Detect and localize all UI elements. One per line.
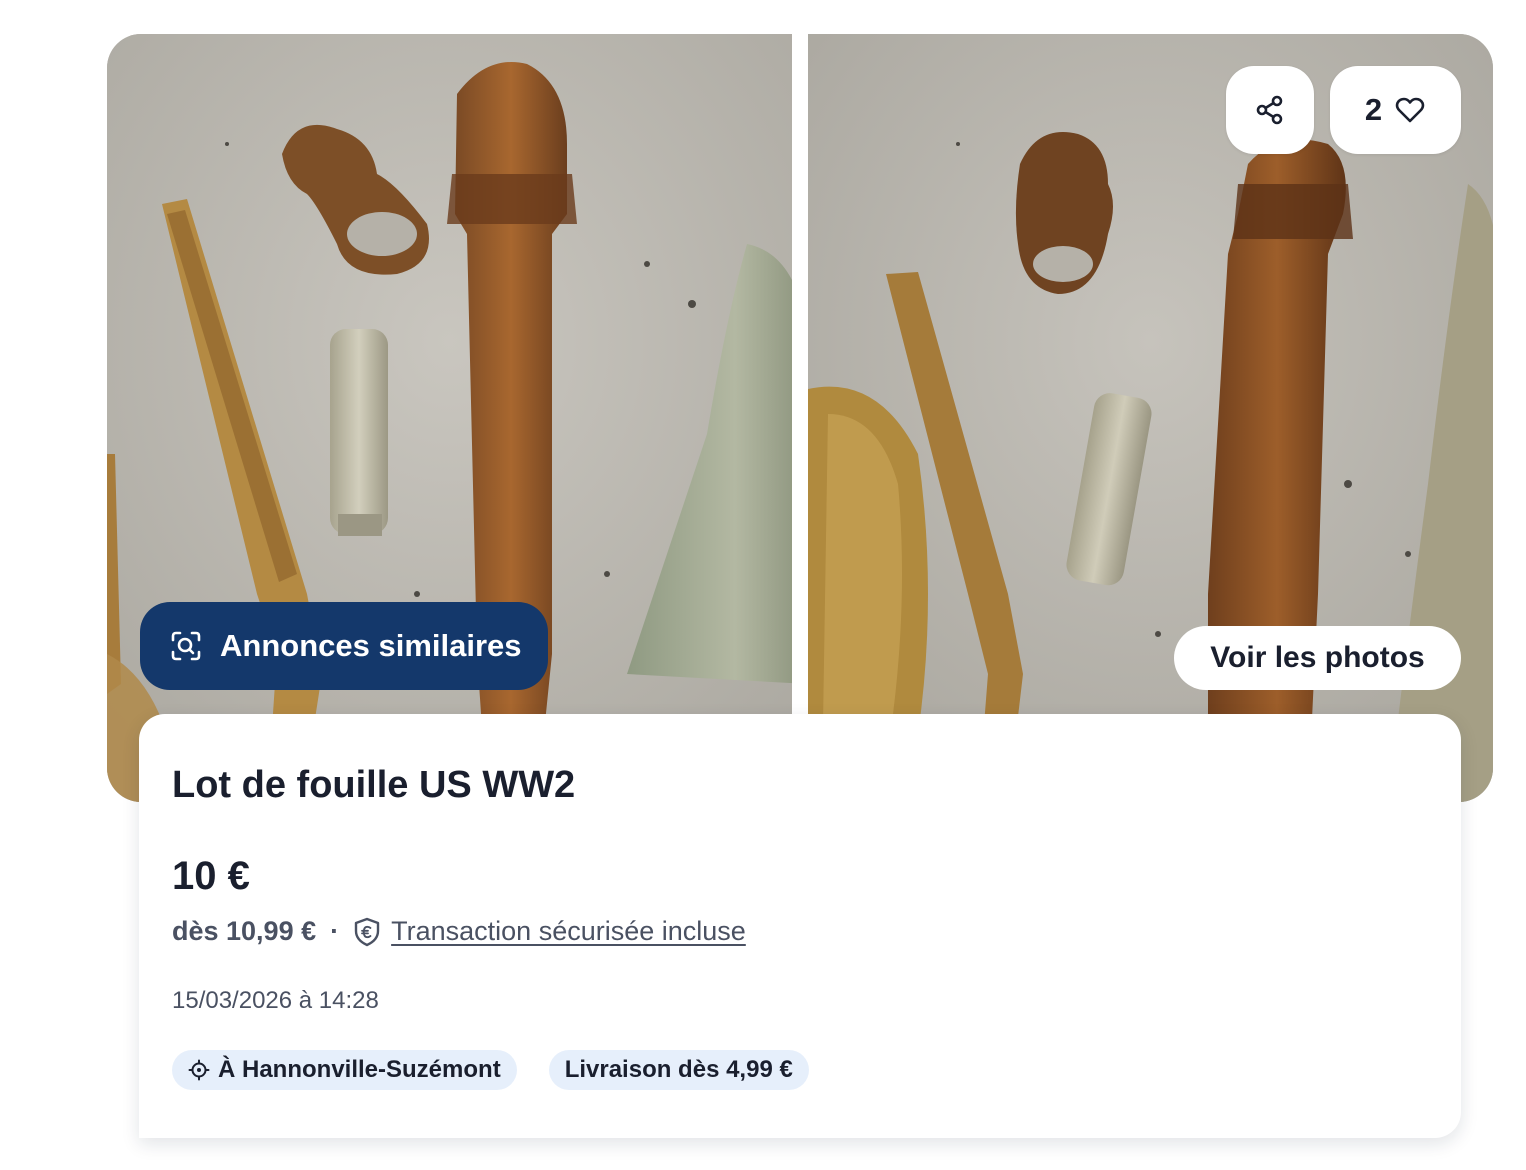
listing-price: 10 € <box>172 854 250 898</box>
heart-icon <box>1394 94 1426 126</box>
listing-title: Lot de fouille US WW2 <box>172 764 576 806</box>
location-label: À Hannonville-Suzémont <box>218 1056 501 1083</box>
favorites-count: 2 <box>1364 92 1383 127</box>
location-target-icon <box>188 1059 210 1081</box>
secure-transaction-link[interactable]: Transaction sécurisée incluse <box>391 916 746 947</box>
see-photos-button[interactable]: Voir les photos <box>1174 626 1461 690</box>
similar-listings-label: Annonces similaires <box>220 628 522 663</box>
listing-chips: À Hannonville-Suzémont Livraison dès 4,9… <box>172 1050 841 1090</box>
image-search-icon <box>170 630 202 662</box>
delivery-label: Livraison dès 4,99 € <box>564 1056 793 1083</box>
favorite-button[interactable]: 2 <box>1330 66 1461 154</box>
separator: · <box>330 916 340 946</box>
share-icon <box>1254 94 1286 126</box>
see-photos-label: Voir les photos <box>1210 641 1425 674</box>
share-button[interactable] <box>1226 66 1314 154</box>
price-with-fees: dès 10,99 € <box>172 916 317 946</box>
similar-listings-button[interactable]: Annonces similaires <box>140 602 548 690</box>
price-details: dès 10,99 € · Transaction sécurisée incl… <box>172 916 746 947</box>
listing-date: 15/03/2026 à 14:28 <box>172 987 379 1014</box>
location-chip[interactable]: À Hannonville-Suzémont <box>172 1050 517 1090</box>
listing-summary-card: Lot de fouille US WW2 10 € dès 10,99 € ·… <box>139 714 1461 1138</box>
shield-euro-icon <box>353 917 381 947</box>
delivery-chip[interactable]: Livraison dès 4,99 € <box>548 1050 809 1090</box>
